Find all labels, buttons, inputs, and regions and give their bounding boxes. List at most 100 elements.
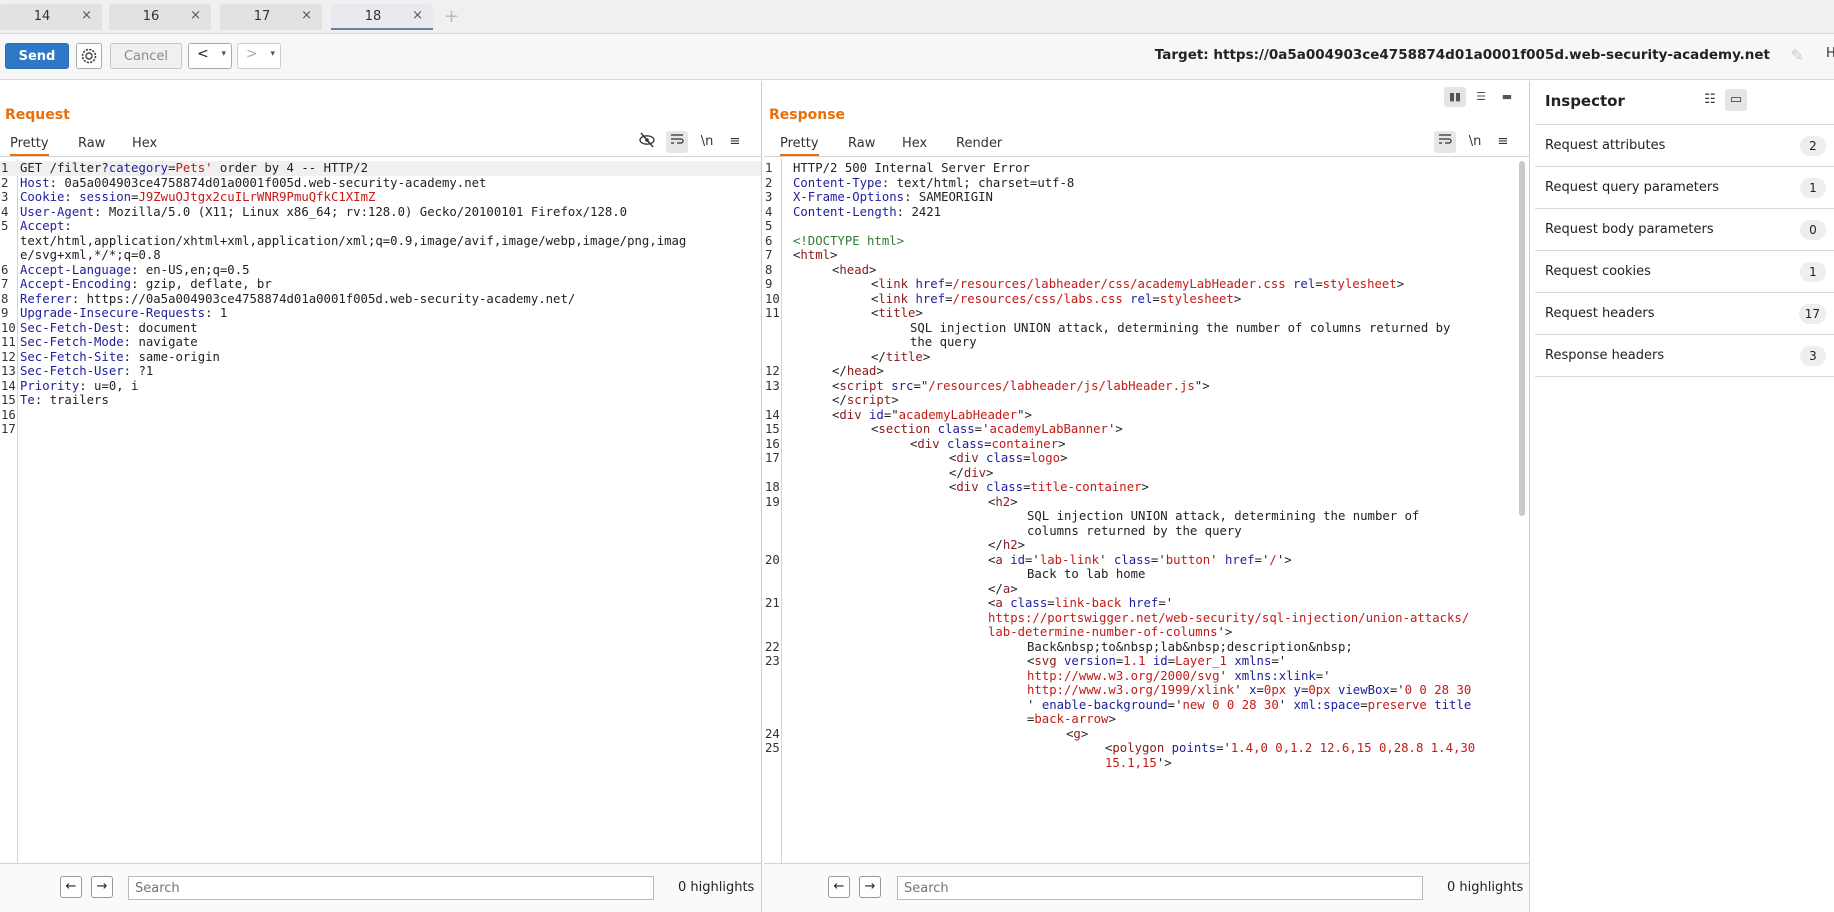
code-line[interactable]: 10 <link href=/resources/css/labs.css rel… [764, 292, 1529, 307]
arrow-left-icon[interactable]: ← [828, 876, 850, 898]
code-line[interactable]: 16 <div class=container> [764, 437, 1529, 452]
code-line[interactable]: 15.1,15'> [764, 756, 1529, 771]
code-line[interactable]: https://portswigger.net/web-security/sql… [764, 611, 1529, 626]
vertical-scrollbar[interactable] [1519, 161, 1525, 516]
panel-view-icon[interactable]: ▭ [1725, 89, 1747, 111]
code-line[interactable]: </a> [764, 582, 1529, 597]
tab-pretty[interactable]: Pretty [780, 136, 819, 156]
code-line[interactable]: 3 X-Frame-Options: SAMEORIGIN [764, 190, 1529, 205]
code-line[interactable]: 1 HTTP/2 500 Internal Server Error [764, 161, 1529, 176]
layout-stack-icon[interactable]: ☰ [1470, 87, 1492, 107]
code-line[interactable]: 21 <a class=link-back href=' [764, 596, 1529, 611]
back-button[interactable]: < ▾ [188, 43, 232, 69]
code-line[interactable]: SQL injection UNION attack, determining … [764, 509, 1529, 524]
code-line[interactable]: SQL injection UNION attack, determining … [764, 321, 1529, 336]
code-line[interactable]: 17 [0, 422, 761, 437]
code-line[interactable]: 5 Accept: [0, 219, 761, 234]
code-line[interactable]: 6 <!DOCTYPE html> [764, 234, 1529, 249]
code-line[interactable]: http://www.w3.org/1999/xlink' x=0px y=0p… [764, 683, 1529, 698]
code-line[interactable]: ' enable-background='new 0 0 28 30' xml:… [764, 698, 1529, 713]
request-editor[interactable]: 1 GET /filter?category=Pets' order by 4 -… [0, 159, 761, 865]
code-line[interactable]: 12 Sec-Fetch-Site: same-origin [0, 350, 761, 365]
code-line[interactable]: http://www.w3.org/2000/svg' xmlns:xlink=… [764, 669, 1529, 684]
gear-icon[interactable] [76, 43, 102, 69]
code-line[interactable]: 6 Accept-Language: en-US,en;q=0.5 [0, 263, 761, 278]
code-line[interactable]: 4 Content-Length: 2421 [764, 205, 1529, 220]
inspector-row[interactable]: Request headers 17 [1535, 293, 1834, 335]
code-line[interactable]: 9 Upgrade-Insecure-Requests: 1 [0, 306, 761, 321]
search-input[interactable] [128, 876, 654, 900]
code-line[interactable]: 9 <link href=/resources/labheader/css/aca… [764, 277, 1529, 292]
code-line[interactable]: 11 <title> [764, 306, 1529, 321]
code-line[interactable]: 2 Host: 0a5a004903ce4758874d01a0001f005d.… [0, 176, 761, 191]
code-line[interactable]: 22 Back&nbsp;to&nbsp;lab&nbsp;description… [764, 640, 1529, 655]
code-line[interactable]: e/svg+xml,*/*;q=0.8 [0, 248, 761, 263]
code-line[interactable]: 8 Referer: https://0a5a004903ce4758874d01… [0, 292, 761, 307]
code-line[interactable]: 4 User-Agent: Mozilla/5.0 (X11; Linux x86… [0, 205, 761, 220]
close-icon[interactable]: × [190, 8, 201, 23]
code-line[interactable]: columns returned by the query [764, 524, 1529, 539]
arrow-left-icon[interactable]: ← [60, 876, 82, 898]
tab-pretty[interactable]: Pretty [10, 136, 49, 156]
code-line[interactable]: </h2> [764, 538, 1529, 553]
code-line[interactable]: 24 <g> [764, 727, 1529, 742]
send-button[interactable]: Send [5, 43, 69, 69]
code-line[interactable]: 16 [0, 408, 761, 423]
tab-hex[interactable]: Hex [902, 136, 927, 151]
search-input[interactable] [897, 876, 1423, 900]
code-line[interactable]: 15 <section class='academyLabBanner'> [764, 422, 1529, 437]
response-editor[interactable]: 1 HTTP/2 500 Internal Server Error 2 Conten… [764, 159, 1529, 865]
close-icon[interactable]: × [412, 8, 423, 23]
wrap-icon[interactable] [666, 131, 688, 153]
close-icon[interactable]: × [301, 8, 312, 23]
arrow-right-icon[interactable]: → [91, 876, 113, 898]
chevron-down-icon[interactable]: ▾ [221, 49, 226, 59]
code-line[interactable]: 11 Sec-Fetch-Mode: navigate [0, 335, 761, 350]
code-line[interactable]: 18 <div class=title-container> [764, 480, 1529, 495]
tab-14[interactable]: 14 × [0, 4, 102, 30]
code-line[interactable]: </script> [764, 393, 1529, 408]
list-view-icon[interactable]: ☷ [1699, 89, 1721, 111]
tab-raw[interactable]: Raw [78, 136, 105, 151]
code-line[interactable]: 3 Cookie: session=J9ZwuOJtgx2cuILrWNR9Pmu… [0, 190, 761, 205]
code-line[interactable]: 13 <script src="/resources/labheader/js/l… [764, 379, 1529, 394]
code-line[interactable]: 10 Sec-Fetch-Dest: document [0, 321, 761, 336]
menu-icon[interactable]: ≡ [1492, 131, 1514, 153]
layout-split-icon[interactable]: ▮▮ [1444, 87, 1466, 107]
code-line[interactable]: lab-determine-number-of-columns'> [764, 625, 1529, 640]
menu-icon[interactable]: ≡ [724, 131, 746, 153]
tab-hex[interactable]: Hex [132, 136, 157, 151]
code-line[interactable]: </div> [764, 466, 1529, 481]
code-line[interactable]: 19 <h2> [764, 495, 1529, 510]
code-line[interactable]: 8 <head> [764, 263, 1529, 278]
code-line[interactable]: 5 [764, 219, 1529, 234]
tab-17[interactable]: 17 × [220, 4, 322, 30]
code-line[interactable]: Back to lab home [764, 567, 1529, 582]
code-line[interactable]: 14 Priority: u=0, i [0, 379, 761, 394]
add-tab-icon[interactable]: + [444, 6, 459, 27]
cancel-button[interactable]: Cancel [110, 43, 182, 69]
code-line[interactable]: 20 <a id='lab-link' class='button' href='… [764, 553, 1529, 568]
code-line[interactable]: 23 <svg version=1.1 id=Layer_1 xmlns=' [764, 654, 1529, 669]
arrow-right-icon[interactable]: → [859, 876, 881, 898]
code-line[interactable]: 15 Te: trailers [0, 393, 761, 408]
code-line[interactable]: 7 <html> [764, 248, 1529, 263]
tab-render[interactable]: Render [956, 136, 1002, 151]
pencil-icon[interactable]: ✎ [1791, 46, 1804, 65]
inspector-row[interactable]: Request query parameters 1 [1535, 167, 1834, 209]
code-line[interactable]: 12 </head> [764, 364, 1529, 379]
code-line[interactable]: 17 <div class=logo> [764, 451, 1529, 466]
code-line[interactable]: 2 Content-Type: text/html; charset=utf-8 [764, 176, 1529, 191]
forward-button[interactable]: > ▾ [237, 43, 281, 69]
code-line[interactable]: text/html,application/xhtml+xml,applicat… [0, 234, 761, 249]
inspector-row[interactable]: Request attributes 2 [1535, 125, 1834, 167]
code-line[interactable]: 14 <div id="academyLabHeader"> [764, 408, 1529, 423]
tab-raw[interactable]: Raw [848, 136, 875, 151]
code-line[interactable]: 25 <polygon points='1.4,0 0,1.2 12.6,15 0… [764, 741, 1529, 756]
code-line[interactable]: 13 Sec-Fetch-User: ?1 [0, 364, 761, 379]
tab-16[interactable]: 16 × [109, 4, 211, 30]
close-icon[interactable]: × [81, 8, 92, 23]
code-line[interactable]: the query [764, 335, 1529, 350]
newline-icon[interactable]: \n [1464, 131, 1486, 153]
inspector-row[interactable]: Response headers 3 [1535, 335, 1834, 377]
